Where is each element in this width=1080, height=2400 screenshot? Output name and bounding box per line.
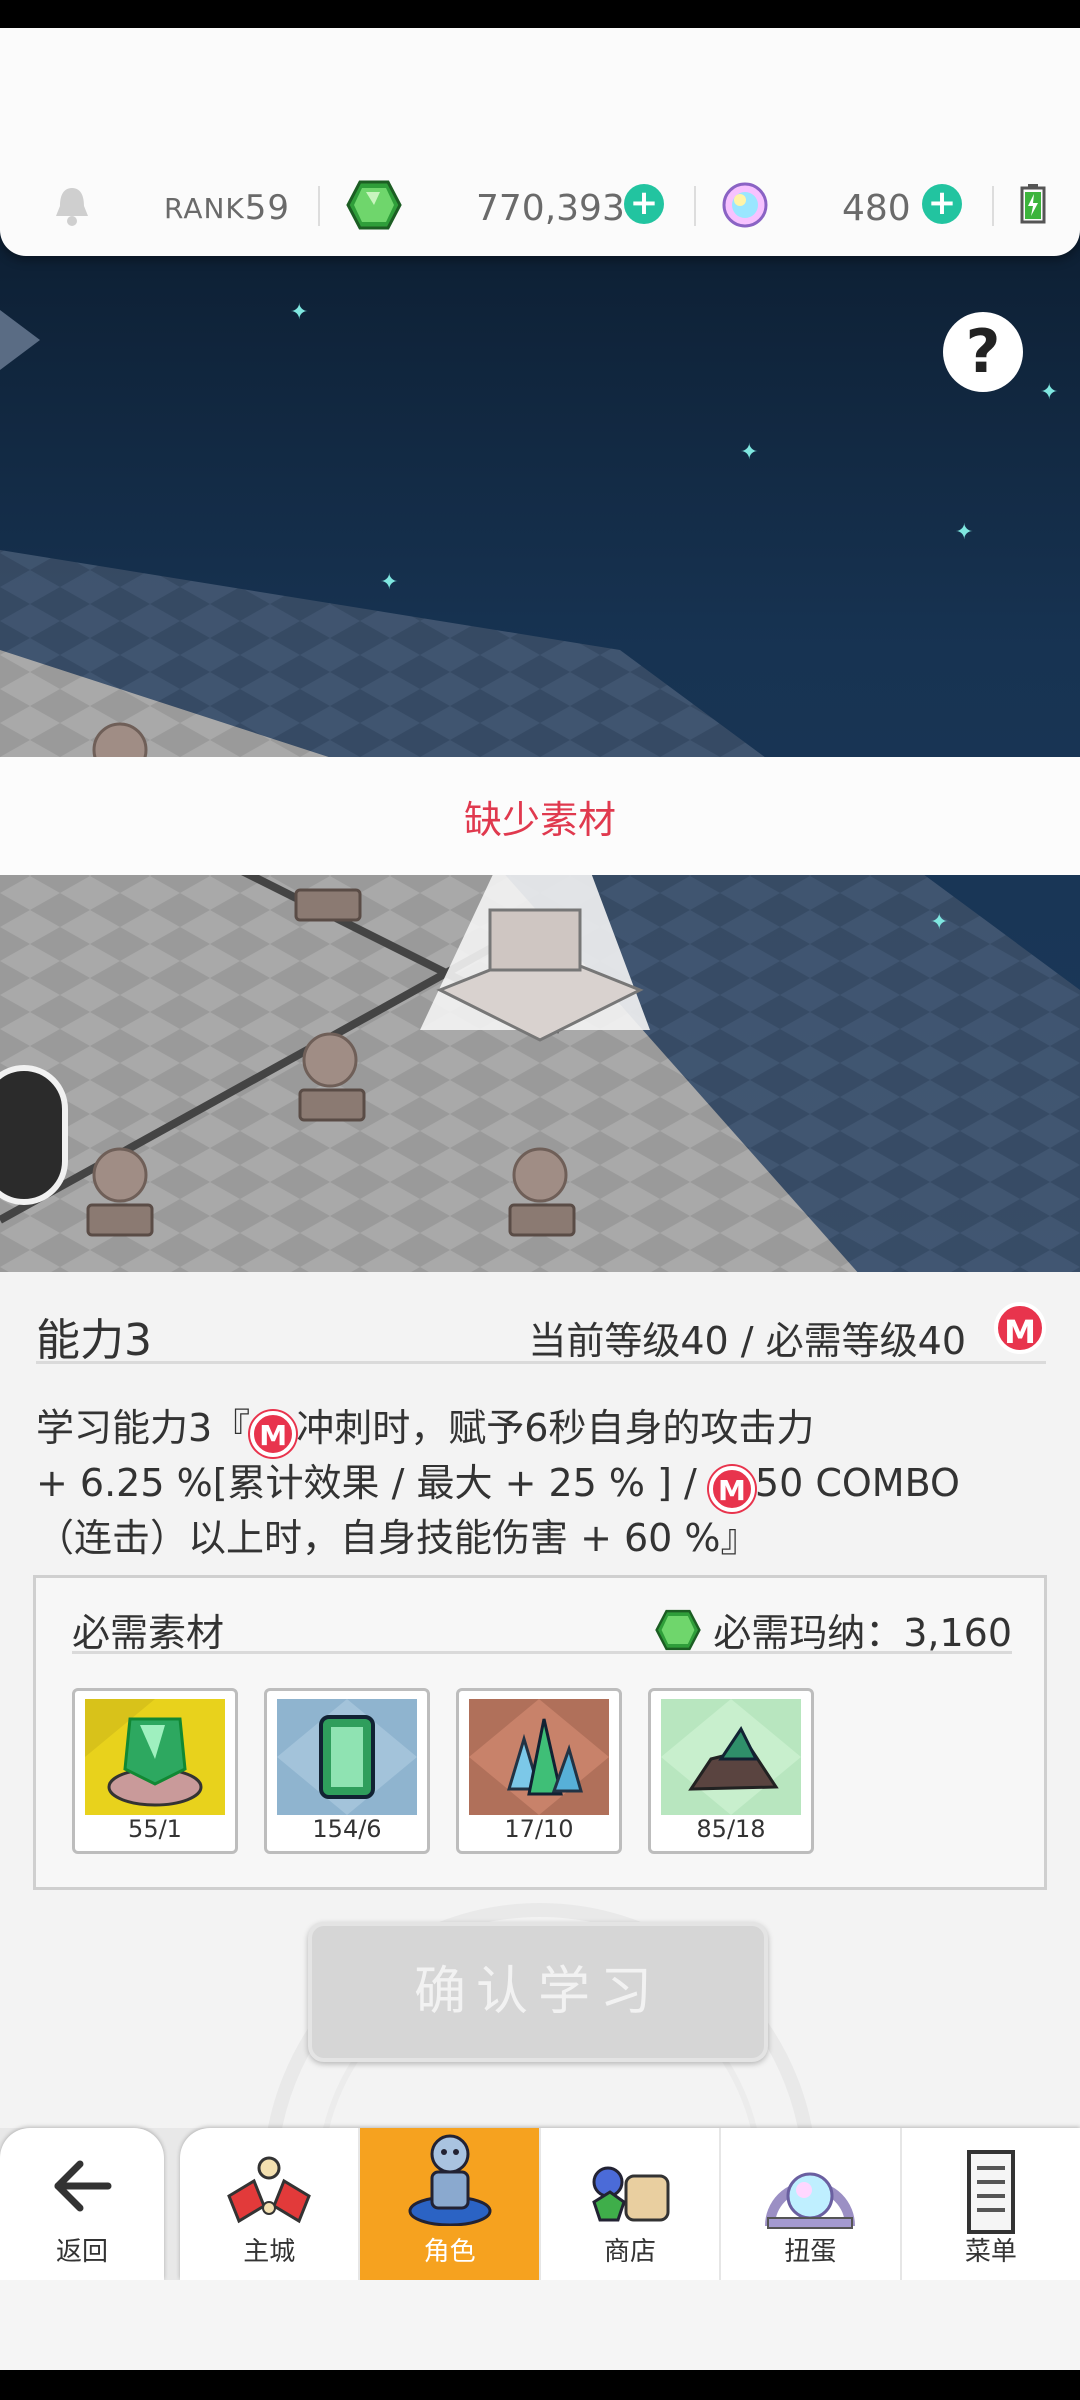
mana-required-text: 必需玛纳：3,160	[713, 1611, 1012, 1655]
required-materials-box: 必需素材 必需玛纳：3,160 55/1 154/6 17/10 85/18	[33, 1575, 1047, 1890]
mana-gem-icon	[346, 180, 402, 230]
m-badge-icon: M	[250, 1411, 297, 1457]
orb-amount: 480	[842, 188, 911, 229]
level-requirement: 当前等级40 / 必需等级40	[528, 1319, 966, 1363]
game-scene: ✦ ✦ ✦ ✦ ✦ ✦ ?	[0, 230, 1080, 1275]
material-count: 154/6	[312, 1815, 382, 1843]
material-item[interactable]: 85/18	[648, 1688, 814, 1854]
notification-bell-icon[interactable]	[52, 184, 92, 228]
rank-value: 59	[244, 188, 291, 228]
material-item[interactable]: 17/10	[456, 1688, 622, 1854]
material-count: 55/1	[128, 1815, 182, 1843]
missing-material-text: 缺少素材	[463, 797, 616, 842]
back-button[interactable]: 返回	[0, 2128, 164, 2280]
mana-amount: 770,393	[476, 188, 625, 229]
m-badge-letter: M	[994, 1302, 1046, 1354]
ability-description: 学习能力3『 M 冲刺时，赋予6秒自身的攻击力 + 6.25 %[累计效果 / 最大…	[36, 1402, 1056, 1564]
arrow-left-icon	[54, 2160, 112, 2212]
emerald-gem-icon	[277, 1699, 417, 1815]
shop-bag-icon	[592, 2166, 670, 2222]
desc-line-3: （连击）以上时，自身技能伤害 + 60 %』	[36, 1516, 759, 1560]
floating-side-button[interactable]	[0, 1065, 68, 1205]
materials-header: 必需素材 必需玛纳：3,160	[72, 1592, 1012, 1657]
tab-main-city[interactable]: 主城	[180, 2128, 361, 2280]
main-city-icon	[227, 2156, 312, 2224]
system-navigation-bar	[0, 2370, 1080, 2400]
desc-text: + 6.25 %[累计效果 / 最大 + 25 % ] /	[36, 1461, 697, 1505]
tab-label: 菜单	[964, 2237, 1017, 2267]
tab-label: 商店	[604, 2237, 657, 2267]
rainbow-orb-icon	[722, 182, 768, 228]
tab-character[interactable]: 角色	[360, 2128, 541, 2280]
m-badge-icon: M	[708, 1466, 755, 1512]
back-label: 返回	[55, 2237, 108, 2267]
divider	[992, 186, 994, 226]
material-items: 55/1 154/6 17/10 85/18	[72, 1688, 814, 1854]
star-decoration: ✦	[955, 520, 974, 545]
confirm-learn-button[interactable]: 确认学习	[308, 1922, 768, 2062]
tab-label: 扭蛋	[784, 2237, 837, 2267]
star-decoration: ✦	[1040, 380, 1059, 405]
crystal-cluster-icon	[469, 1699, 609, 1815]
add-orb-button[interactable]: +	[922, 184, 962, 224]
star-decoration: ✦	[380, 570, 399, 595]
mana-gem-icon	[655, 1609, 701, 1650]
battery-icon	[1020, 184, 1046, 224]
material-item[interactable]: 154/6	[264, 1688, 430, 1854]
desc-text: 冲刺时，赋予6秒自身的攻击力	[296, 1406, 815, 1450]
currency-row: RANK 59 770,393 + 480 +	[0, 152, 1080, 262]
nav-footer-strip	[0, 2280, 1080, 2370]
m-badge-icon: M	[994, 1302, 1046, 1354]
tab-label: 角色	[423, 2237, 476, 2267]
rank-display: RANK 59	[164, 188, 290, 228]
tab-label: 主城	[243, 2237, 296, 2267]
desc-text: 学习能力3『	[36, 1406, 251, 1450]
desc-line-1: 学习能力3『 M 冲刺时，赋予6秒自身的攻击力	[36, 1402, 1056, 1457]
tab-gacha[interactable]: 扭蛋	[721, 2128, 902, 2280]
divider	[694, 186, 696, 226]
rank-label: RANK	[164, 191, 245, 225]
emerald-ring-icon	[85, 1699, 225, 1815]
add-mana-button[interactable]: +	[624, 184, 664, 224]
system-status-bar	[0, 0, 1080, 28]
star-decoration: ✦	[740, 440, 759, 465]
nav-tabs: 主城 角色 商店 扭蛋 菜单	[180, 2128, 1080, 2280]
star-decoration: ✦	[290, 300, 309, 325]
material-item[interactable]: 55/1	[72, 1688, 238, 1854]
isometric-grid-background	[0, 310, 1080, 1275]
ability-title-row: 能力3 当前等级40 / 必需等级40 M	[36, 1294, 1046, 1366]
menu-list-icon	[966, 2150, 1015, 2234]
missing-material-banner: 缺少素材	[0, 757, 1080, 875]
help-button[interactable]: ?	[943, 312, 1023, 392]
material-count: 85/18	[696, 1815, 766, 1843]
mana-requirement: 必需玛纳：3,160	[655, 1602, 1012, 1657]
tab-shop[interactable]: 商店	[541, 2128, 722, 2280]
tab-menu[interactable]: 菜单	[902, 2128, 1080, 2280]
desc-text: 50 COMBO	[754, 1461, 960, 1505]
star-decoration: ✦	[930, 910, 949, 935]
ability-name: 能力3	[36, 1315, 152, 1366]
character-icon	[408, 2134, 492, 2226]
divider	[318, 186, 320, 226]
materials-title: 必需素材	[72, 1611, 225, 1655]
ore-rock-icon	[661, 1699, 801, 1815]
material-count: 17/10	[504, 1815, 574, 1843]
gacha-orb-icon	[765, 2172, 856, 2229]
top-status-header: RANK 59 770,393 + 480 +	[0, 28, 1080, 256]
desc-line-2: + 6.25 %[累计效果 / 最大 + 25 % ] / M 50 COMBO	[36, 1457, 1056, 1512]
bottom-navigation: 返回 主城 角色 商店 扭蛋 菜单	[0, 2128, 1080, 2280]
